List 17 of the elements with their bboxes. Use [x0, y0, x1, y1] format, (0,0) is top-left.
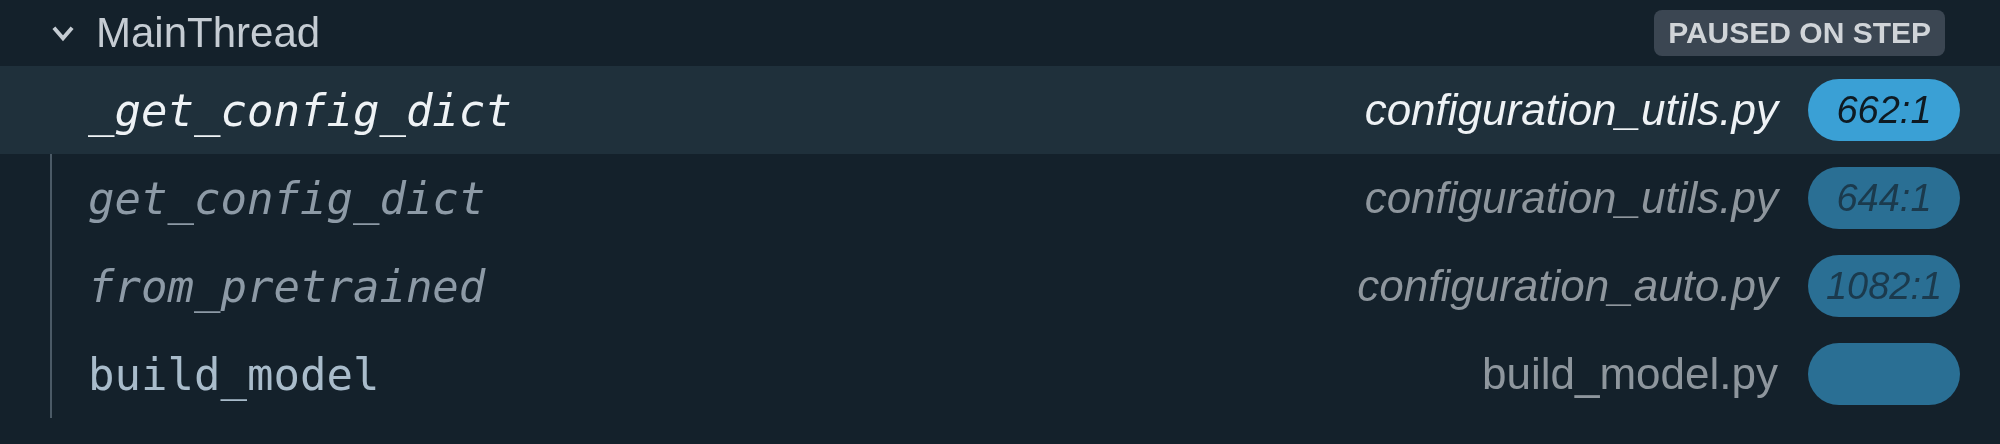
- file-name: configuration_auto.py: [1357, 261, 1778, 311]
- function-name: _get_config_dict: [88, 84, 513, 136]
- file-name: configuration_utils.py: [1364, 173, 1778, 223]
- stack-frame-row[interactable]: _get_config_dict configuration_utils.py 662:1: [0, 66, 2000, 154]
- function-name: from_pretrained: [88, 260, 487, 312]
- thread-name[interactable]: MainThread: [96, 9, 1635, 57]
- stack-frame-row[interactable]: from_pretrained configuration_auto.py 1082:1: [0, 242, 2000, 330]
- line-badge: 644:1: [1808, 167, 1960, 229]
- line-badge: 662:1: [1808, 79, 1960, 141]
- function-name: build_model: [88, 348, 381, 400]
- function-name: get_config_dict: [88, 172, 487, 224]
- file-name: build_model.py: [1482, 349, 1778, 399]
- status-badge: PAUSED ON STEP: [1654, 10, 1945, 56]
- stack-frame-row[interactable]: get_config_dict configuration_utils.py 644:1: [0, 154, 2000, 242]
- file-name: configuration_utils.py: [1364, 85, 1778, 135]
- line-badge: 1082:1: [1808, 255, 1960, 317]
- stack-frame-row[interactable]: build_model build_model.py: [0, 330, 2000, 418]
